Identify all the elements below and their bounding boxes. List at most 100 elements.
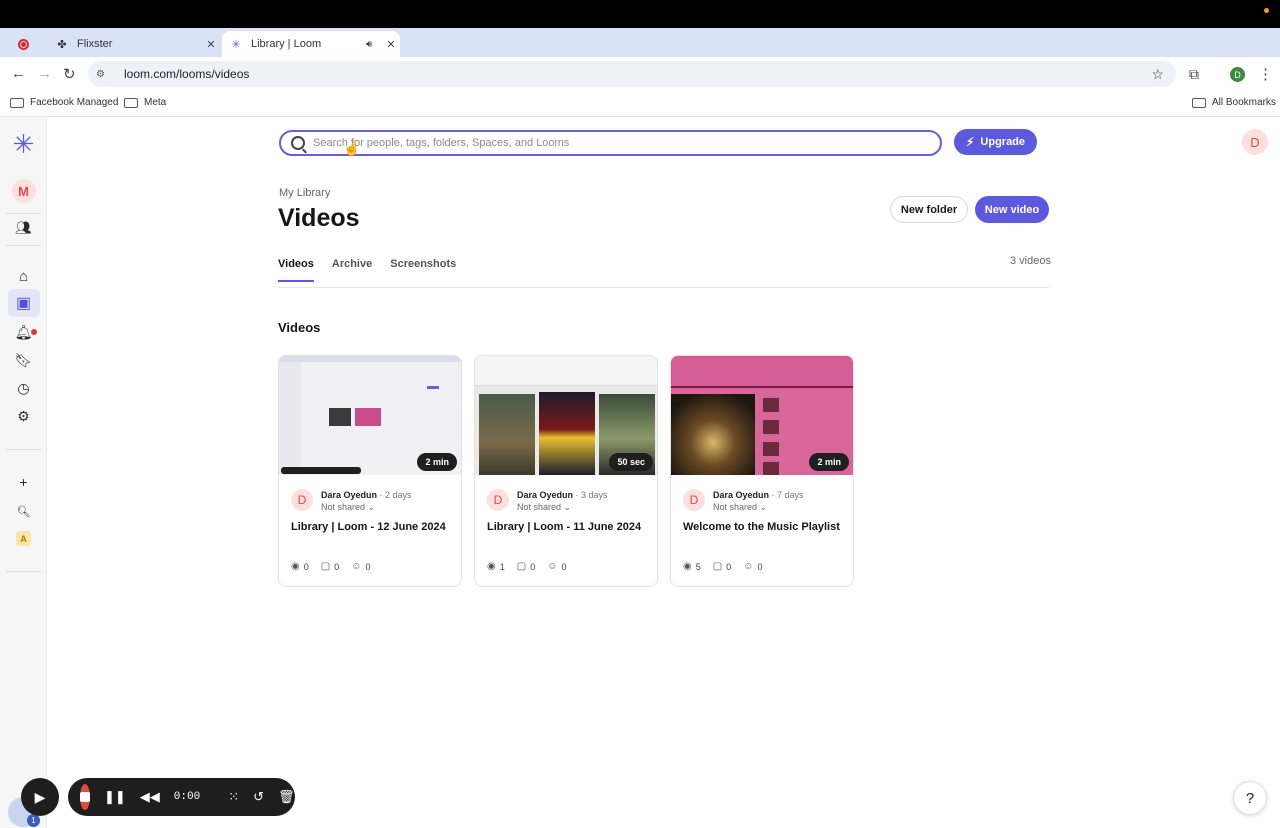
comments-count: 0 [530,561,536,572]
profile-avatar[interactable]: D [1230,67,1245,82]
loom-favicon: ✳ [231,38,241,51]
video-thumbnail[interactable]: 2 min [671,356,853,475]
bookmarks-bar: Facebook Managed Meta All Bookmarks [0,91,1280,117]
tab-screenshots[interactable]: Screenshots [390,258,456,282]
video-card[interactable]: 2 min D Dara Oyedun · 7 days Not shared … [670,355,854,587]
flixster-favicon: ✤ [57,38,67,51]
folder-icon [10,97,24,108]
back-icon[interactable]: ← [11,65,26,82]
page-title: Videos [278,204,360,232]
workspace-avatar[interactable]: M [0,179,47,203]
reload-icon[interactable]: ↻ [63,65,76,83]
video-stats: ◉ 1 ▢ 0 ☺ 0 [487,561,578,572]
video-meta: D Dara Oyedun · 3 days Not shared ⌄ [487,489,608,513]
divider [6,571,41,572]
site-settings-icon[interactable]: ⚙ [96,69,110,80]
user-avatar[interactable]: D [1242,129,1268,155]
new-folder-button[interactable]: New folder [890,196,968,223]
recording-tab[interactable] [18,31,42,57]
people-icon[interactable]: 👥︎ [0,218,47,238]
settings-icon[interactable]: ⚙ [0,407,47,425]
search-input[interactable] [313,137,873,149]
bookmark-icon[interactable]: 🔖︎ [0,351,47,369]
search-bar[interactable] [279,130,942,156]
app-avatar[interactable]: A [0,531,47,546]
eye-icon: ◉ [487,561,496,572]
extensions-icon[interactable]: ⧉ [1189,66,1199,83]
sharing-dropdown[interactable]: Not shared ⌄ [713,501,804,513]
recording-timer: 0:00 [173,791,201,803]
tab-library-loom[interactable]: ✳ Library | Loom 🔊︎ ✕ [222,31,400,57]
views-count: 0 [303,561,309,572]
tab-flixster[interactable]: ✤ Flixster ✕ [48,31,220,57]
sharing-dropdown[interactable]: Not shared ⌄ [321,501,412,513]
library-icon[interactable]: ▣ [0,289,47,317]
chevron-down-icon: ⌄ [759,502,768,512]
duration-badge: 2 min [809,453,849,471]
author-name: Dara Oyedun [713,490,770,500]
history-icon[interactable]: ◷ [0,379,47,397]
bookmark-meta[interactable]: Meta [124,97,166,108]
video-card[interactable]: 50 sec D Dara Oyedun · 3 days Not shared… [474,355,658,587]
rewind-icon[interactable]: ◀◀ [140,789,160,805]
bookmark-label: All Bookmarks [1212,97,1276,108]
tab-videos[interactable]: Videos [278,258,314,282]
chevron-down-icon: ⌄ [367,502,376,512]
upgrade-button[interactable]: ⚡︎ Upgrade [954,129,1037,155]
stop-button[interactable] [80,784,90,810]
help-button[interactable]: ? [1233,781,1267,815]
sharing-label: Not shared [517,502,562,512]
left-sidebar: ✳ M 👥︎ ⌂ ▣ 🔔︎ 🔖︎ ◷ ⚙ + 🔍︎ A [0,117,47,828]
browser-toolbar: ← → ↻ ⚙ loom.com/looms/videos ☆ ⧉ D ⋮ [0,57,1280,91]
close-tab-icon[interactable]: ✕ [202,38,220,51]
notifications-icon[interactable]: 🔔︎ [0,323,47,341]
loom-logo-icon[interactable]: ✳ [0,129,47,160]
add-icon[interactable]: + [0,474,47,490]
forward-icon[interactable]: → [37,65,52,82]
system-menu-bar [0,0,1280,28]
pause-icon[interactable]: ❚❚ [104,789,126,805]
sharing-dropdown[interactable]: Not shared ⌄ [517,501,608,513]
all-bookmarks[interactable]: All Bookmarks [1192,97,1276,108]
video-title[interactable]: Library | Loom - 11 June 2024 [487,521,641,533]
comment-icon: ▢ [516,561,527,572]
comments-count: 0 [334,561,340,572]
restart-icon[interactable]: ↺ [253,789,264,805]
video-thumbnail[interactable]: 2 min [279,356,461,475]
breadcrumb[interactable]: My Library [279,187,330,199]
new-video-button[interactable]: New video [975,196,1049,223]
author-name: Dara Oyedun [321,490,378,500]
author-avatar: D [291,489,313,511]
speaker-icon[interactable]: 🔊︎ [366,39,382,50]
browser-menu-icon[interactable]: ⋮ [1258,65,1273,83]
views-count: 5 [695,561,701,572]
video-title[interactable]: Welcome to the Music Playlist [683,521,840,533]
camera-icon[interactable]: ▶︎ [21,778,59,816]
bookmark-facebook-managed[interactable]: Facebook Managed [10,97,118,108]
video-card[interactable]: 2 min D Dara Oyedun · 2 days Not shared … [278,355,462,587]
comments-count: 0 [726,561,732,572]
divider [6,213,41,214]
video-thumbnail[interactable]: 50 sec [475,356,657,475]
pointer-cursor-icon: ☝ [343,140,361,156]
video-stats: ◉ 0 ▢ 0 ☺ 0 [291,561,382,572]
author-avatar: D [487,489,509,511]
record-icon [18,38,29,50]
grid-icon[interactable]: ⁙ [228,789,239,805]
search-icon [291,136,305,150]
trash-icon[interactable]: 🗑︎ [278,789,295,805]
folder-icon [124,97,138,108]
author-avatar: D [683,489,705,511]
bookmark-star-icon[interactable]: ☆ [1151,66,1164,83]
video-title[interactable]: Library | Loom - 12 June 2024 [291,521,446,533]
video-stats: ◉ 5 ▢ 0 ☺ 0 [683,561,774,572]
address-bar[interactable]: ⚙ loom.com/looms/videos ☆ [88,61,1176,87]
url-text: loom.com/looms/videos [124,67,250,81]
tab-archive[interactable]: Archive [332,258,372,282]
stop-icon [80,792,90,802]
tab-title: Library | Loom [251,38,322,50]
close-tab-icon[interactable]: ✕ [382,38,400,51]
eye-icon: ◉ [291,561,300,572]
search-icon[interactable]: 🔍︎ [0,503,47,519]
home-icon[interactable]: ⌂ [0,267,47,285]
